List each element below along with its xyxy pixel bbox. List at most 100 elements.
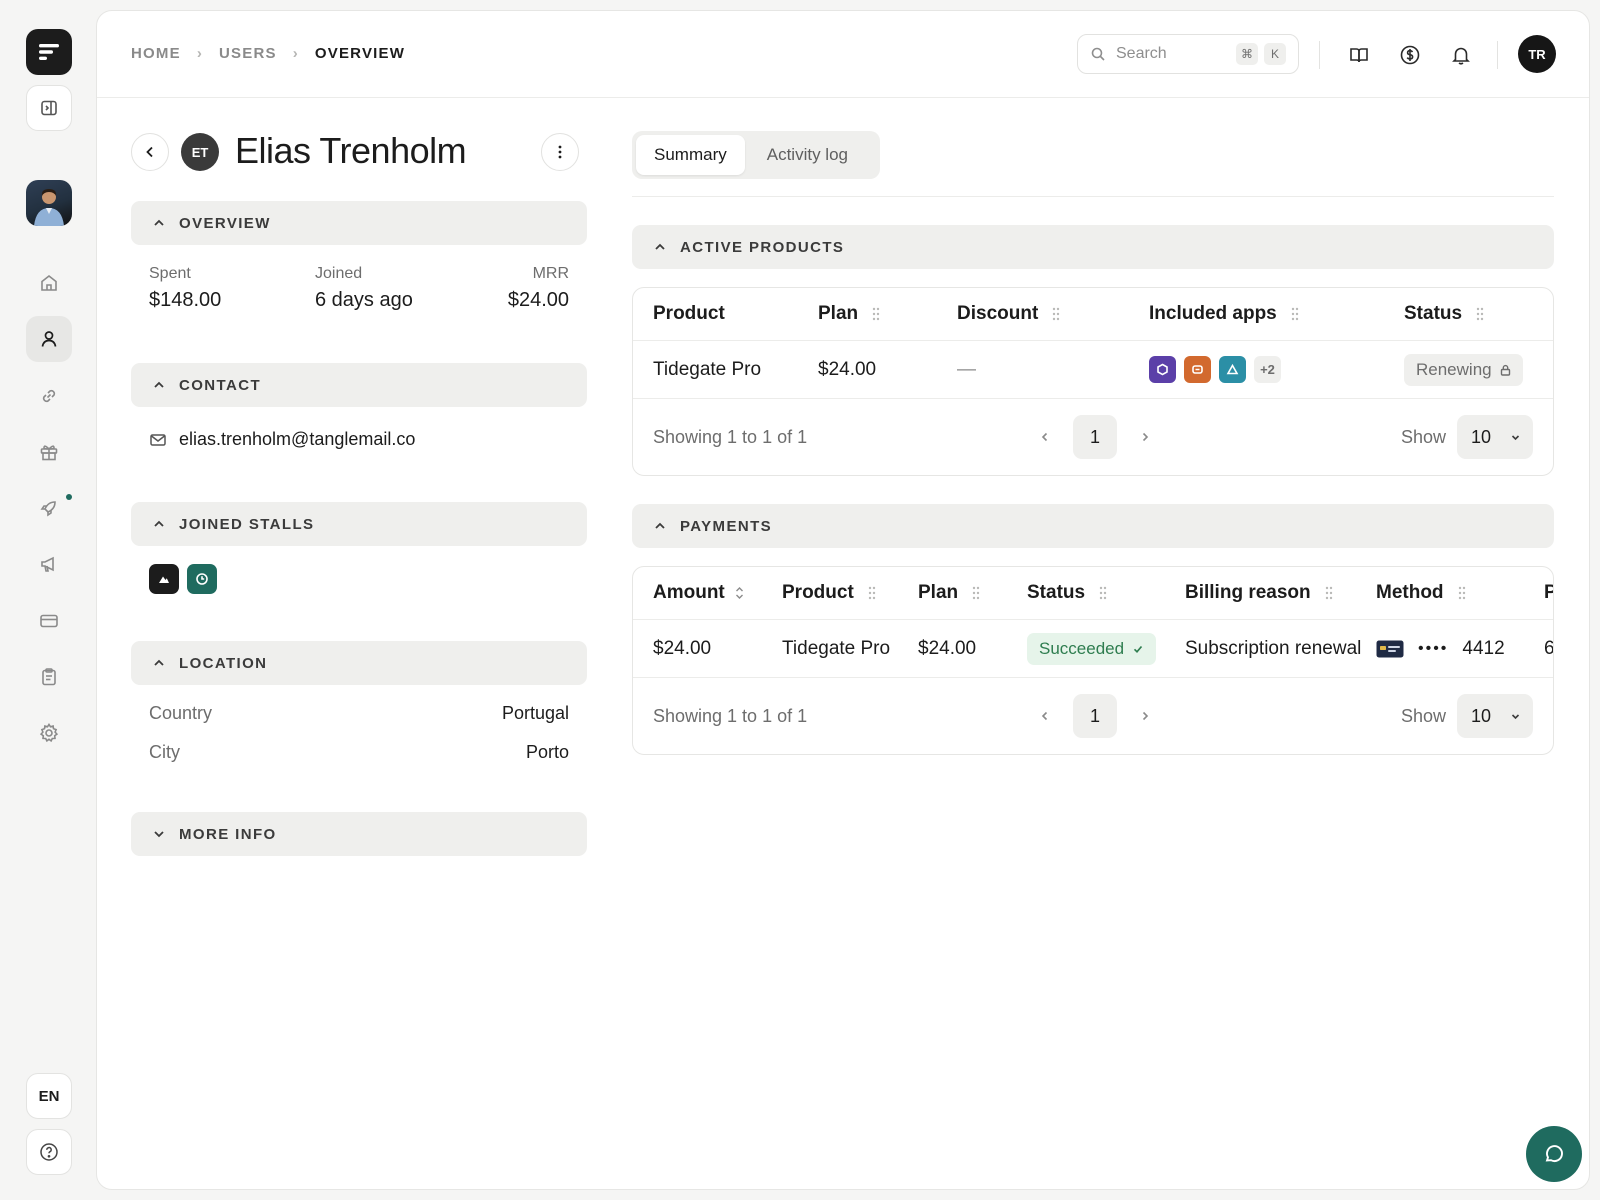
docs-button[interactable] <box>1342 38 1376 72</box>
account-avatar[interactable]: TR <box>1518 35 1556 73</box>
sort-icon[interactable] <box>735 586 744 600</box>
stat-value: $24.00 <box>507 289 569 311</box>
payments-section-header[interactable]: PAYMENTS <box>632 504 1554 548</box>
user-avatar: ET <box>181 133 219 171</box>
column-header-status[interactable]: Status <box>1027 567 1107 619</box>
nav-reports[interactable] <box>26 654 72 700</box>
workspace-avatar[interactable] <box>26 180 72 226</box>
table-row[interactable]: $24.00 Tidegate Pro $24.00 Succeeded Sub… <box>633 620 1553 678</box>
product-cell: Tidegate Pro <box>653 358 762 380</box>
help-icon <box>40 1143 58 1161</box>
ticket-app-icon[interactable] <box>1184 356 1211 383</box>
overview-section-header[interactable]: OVERVIEW <box>131 201 587 245</box>
table-footer: Showing 1 to 1 of 1 1 Show 10 <box>633 399 1553 475</box>
city-row: City Porto <box>149 742 569 763</box>
chevron-up-icon <box>655 522 665 529</box>
nav-billing[interactable] <box>26 598 72 644</box>
chevron-down-icon <box>1511 434 1520 440</box>
next-page-button[interactable] <box>1123 415 1167 459</box>
search-placeholder: Search <box>1116 45 1167 62</box>
more-actions-button[interactable] <box>541 133 579 171</box>
column-header-product[interactable]: Product <box>782 567 876 619</box>
stall-item[interactable] <box>187 564 217 594</box>
joined-stalls-section-header[interactable]: JOINED STALLS <box>131 502 587 546</box>
pagination-summary: Showing 1 to 1 of 1 <box>653 426 808 447</box>
section-title: PAYMENTS <box>680 517 773 535</box>
card-brand-icon <box>1376 640 1404 657</box>
app-logo[interactable] <box>26 29 72 75</box>
check-icon <box>1133 645 1143 653</box>
active-products-section-header[interactable]: ACTIVE PRODUCTS <box>632 225 1554 269</box>
notifications-button[interactable] <box>1444 38 1478 72</box>
user-icon <box>41 331 57 347</box>
location-section-header[interactable]: LOCATION <box>131 641 587 685</box>
sidebar-toggle-button[interactable] <box>26 85 72 131</box>
nav-announcements[interactable] <box>26 541 72 587</box>
billing-button[interactable] <box>1393 38 1427 72</box>
chat-button[interactable] <box>1526 1126 1582 1182</box>
column-header-method[interactable]: Method <box>1376 567 1466 619</box>
stat-label: Joined <box>315 265 363 282</box>
drag-handle-icon[interactable] <box>872 307 880 321</box>
column-header-status[interactable]: Status <box>1404 288 1484 340</box>
back-button[interactable] <box>131 133 169 171</box>
chevron-up-icon <box>154 381 164 388</box>
column-header-included-apps[interactable]: Included apps <box>1149 288 1299 340</box>
city-label: City <box>149 742 180 762</box>
drag-handle-icon[interactable] <box>1099 586 1107 600</box>
kebab-icon <box>558 145 562 159</box>
contact-email[interactable]: elias.trenholm@tanglemail.co <box>149 429 415 450</box>
page-size-select[interactable]: 10 <box>1457 694 1533 738</box>
column-header-product[interactable]: Product <box>653 288 725 340</box>
hexagon-app-icon[interactable] <box>1149 356 1176 383</box>
breadcrumb-users[interactable]: USERS <box>219 45 277 62</box>
search-input[interactable]: Search ⌘ K <box>1077 34 1299 74</box>
nav-users[interactable] <box>26 316 72 362</box>
next-page-button[interactable] <box>1123 694 1167 738</box>
stall-item[interactable] <box>149 564 179 594</box>
notification-dot <box>66 494 72 500</box>
country-label: Country <box>149 703 213 723</box>
nav-links[interactable] <box>26 373 72 419</box>
column-header-billing-reason[interactable]: Billing reason <box>1185 567 1333 619</box>
chevron-right-icon <box>1142 711 1149 721</box>
breadcrumb-home[interactable]: HOME <box>131 45 181 62</box>
nav-launch[interactable] <box>26 485 72 531</box>
column-header-plan[interactable]: Plan <box>918 567 980 619</box>
drag-handle-icon[interactable] <box>1325 586 1333 600</box>
tab-activity-log[interactable]: Activity log <box>749 135 866 175</box>
drag-handle-icon[interactable] <box>1052 307 1060 321</box>
previous-page-button[interactable] <box>1023 694 1067 738</box>
page-size-select[interactable]: 10 <box>1457 415 1533 459</box>
page-button[interactable]: 1 <box>1073 694 1117 738</box>
section-title: JOINED STALLS <box>179 515 315 533</box>
chevron-down-icon <box>1511 713 1520 719</box>
contact-section-header[interactable]: CONTACT <box>131 363 587 407</box>
link-icon <box>42 389 56 403</box>
page-button[interactable]: 1 <box>1073 415 1117 459</box>
column-header-plan[interactable]: Plan <box>818 288 880 340</box>
search-icon <box>1091 47 1105 61</box>
column-header-clipped[interactable]: P <box>1544 567 1553 619</box>
nav-settings[interactable] <box>26 710 72 756</box>
more-info-section-header[interactable]: MORE INFO <box>131 812 587 856</box>
nav-gifts[interactable] <box>26 429 72 475</box>
table-row[interactable]: Tidegate Pro $24.00 — +2 Renewing <box>633 341 1553 399</box>
stat-value: $148.00 <box>149 289 222 311</box>
tab-summary[interactable]: Summary <box>636 135 745 175</box>
dollar-coin-icon <box>1400 45 1420 65</box>
drag-handle-icon[interactable] <box>1291 307 1299 321</box>
column-header-amount[interactable]: Amount <box>653 567 744 619</box>
drag-handle-icon[interactable] <box>1458 586 1466 600</box>
help-button[interactable] <box>26 1129 72 1175</box>
clipboard-icon <box>42 668 56 686</box>
previous-page-button[interactable] <box>1023 415 1067 459</box>
drag-handle-icon[interactable] <box>1476 307 1484 321</box>
column-header-discount[interactable]: Discount <box>957 288 1060 340</box>
drag-handle-icon[interactable] <box>868 586 876 600</box>
language-button[interactable]: EN <box>26 1073 72 1119</box>
nav-home[interactable] <box>26 260 72 306</box>
more-apps-badge[interactable]: +2 <box>1254 356 1281 383</box>
triangle-app-icon[interactable] <box>1219 356 1246 383</box>
drag-handle-icon[interactable] <box>972 586 980 600</box>
